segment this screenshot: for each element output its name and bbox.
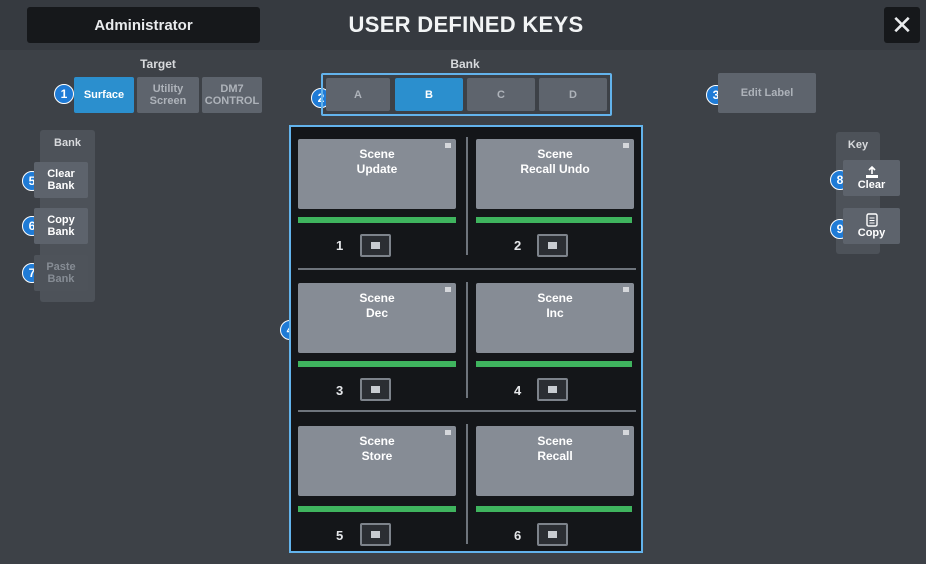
bank-tab-c[interactable]: C (467, 78, 535, 111)
key-label: Scene Update (356, 147, 398, 176)
edit-marker-icon (445, 287, 451, 292)
target-label: Target (140, 57, 176, 71)
key-label: Scene Recall Undo (520, 147, 590, 176)
close-icon: ✕ (891, 9, 913, 40)
key-number: 2 (514, 238, 522, 253)
key-switch[interactable] (360, 523, 391, 546)
user-key-3[interactable]: Scene Dec (298, 283, 456, 353)
row-divider (298, 410, 636, 412)
user-key-5[interactable]: Scene Store (298, 426, 456, 496)
key-number: 1 (336, 238, 344, 253)
target-surface-button[interactable]: Surface (74, 77, 134, 113)
key-label: Scene Store (359, 434, 395, 463)
key-switch[interactable] (360, 234, 391, 257)
key-indicator (476, 217, 632, 223)
key-number: 6 (514, 528, 522, 543)
column-divider (466, 137, 468, 255)
key-number: 5 (336, 528, 344, 543)
user-key-6[interactable]: Scene Recall (476, 426, 634, 496)
key-label: Scene Recall (537, 434, 573, 463)
user-key-2[interactable]: Scene Recall Undo (476, 139, 634, 209)
key-number: 4 (514, 383, 522, 398)
bank-tab-a[interactable]: A (326, 78, 390, 111)
bank-panel-label: Bank (54, 137, 81, 149)
key-switch[interactable] (537, 378, 568, 401)
user-key-1[interactable]: Scene Update (298, 139, 456, 209)
row-divider (298, 268, 636, 270)
copy-bank-button[interactable]: Copy Bank (34, 208, 88, 244)
clear-bank-button[interactable]: Clear Bank (34, 162, 88, 198)
edit-marker-icon (445, 430, 451, 435)
key-clear-label: Clear (857, 178, 886, 191)
edit-label-button[interactable]: Edit Label (718, 73, 816, 113)
key-indicator (476, 361, 632, 367)
clear-icon (865, 165, 878, 178)
key-switch[interactable] (360, 378, 391, 401)
target-utility-screen-button[interactable]: Utility Screen (137, 77, 199, 113)
edit-marker-icon (623, 143, 629, 148)
key-number: 3 (336, 383, 344, 398)
column-divider (466, 424, 468, 544)
page-title: USER DEFINED KEYS (348, 12, 584, 37)
callout-1: 1 (54, 84, 74, 104)
user-key-4[interactable]: Scene Inc (476, 283, 634, 353)
key-indicator (298, 217, 456, 223)
edit-marker-icon (623, 430, 629, 435)
key-copy-label: Copy (857, 227, 886, 239)
user-name[interactable]: Administrator (27, 7, 260, 43)
copy-icon (865, 213, 878, 227)
edit-marker-icon (445, 143, 451, 148)
bank-tab-b[interactable]: B (395, 78, 463, 111)
paste-bank-button[interactable]: Paste Bank (34, 255, 88, 291)
key-clear-button[interactable]: Clear (843, 160, 900, 196)
bank-tab-d[interactable]: D (539, 78, 607, 111)
target-dm7-control-button[interactable]: DM7 CONTROL (202, 77, 262, 113)
bank-label: Bank (450, 57, 480, 71)
close-button[interactable]: ✕ (884, 7, 920, 43)
key-indicator (298, 361, 456, 367)
key-switch[interactable] (537, 523, 568, 546)
key-indicator (476, 506, 632, 512)
key-copy-button[interactable]: Copy (843, 208, 900, 244)
key-indicator (298, 506, 456, 512)
key-switch[interactable] (537, 234, 568, 257)
edit-marker-icon (623, 287, 629, 292)
key-panel-label: Key (847, 139, 869, 151)
column-divider (466, 282, 468, 398)
key-label: Scene Dec (359, 291, 395, 320)
key-label: Scene Inc (537, 291, 573, 320)
